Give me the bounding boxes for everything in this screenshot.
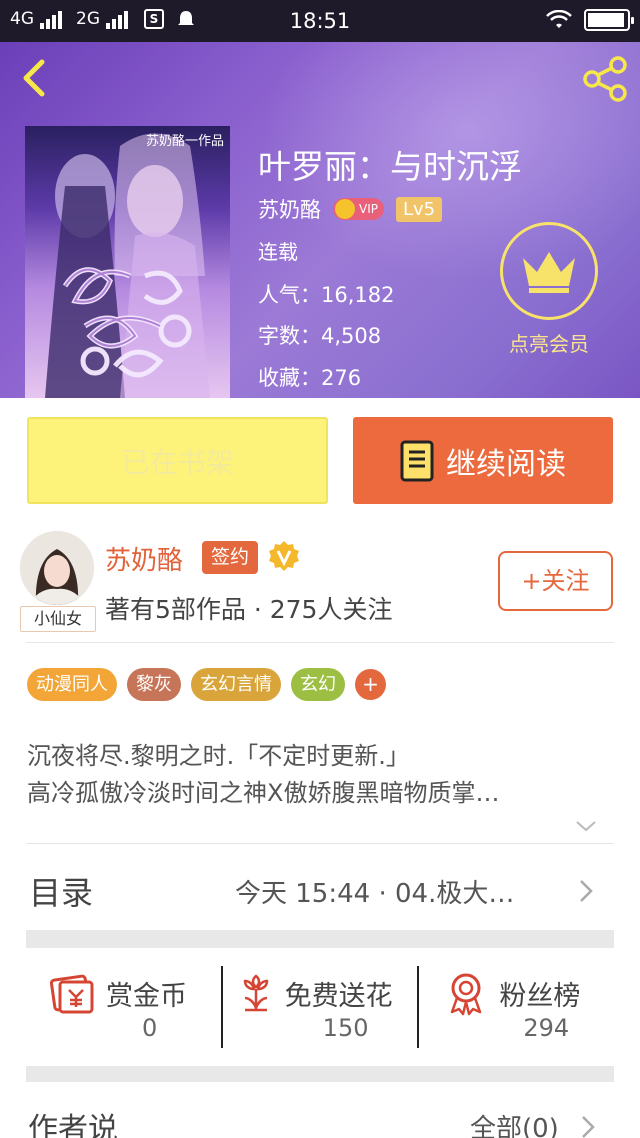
wifi-icon — [546, 10, 572, 28]
coin-envelope-icon — [50, 974, 94, 1014]
share-icon — [583, 56, 627, 102]
section-separator — [26, 1066, 614, 1082]
book-title: 叶罗丽：与时沉浮 — [258, 147, 522, 186]
latest-chapter: 今天 15:44 · 04.极大… — [235, 879, 515, 909]
fan-ranking-button[interactable]: 粉丝榜 294 — [419, 948, 614, 1066]
avatar-tag: 小仙女 — [20, 606, 96, 632]
battery-icon — [584, 9, 634, 31]
reward-coins-count: 0 — [142, 1014, 158, 1042]
back-button[interactable] — [14, 56, 54, 100]
send-flower-label: 免费送花 — [284, 981, 393, 1012]
serial-status: 连载 — [258, 240, 298, 264]
cover-art — [45, 133, 210, 398]
chevron-right-icon — [582, 1116, 595, 1138]
add-tag-button[interactable]: + — [355, 669, 386, 700]
divider — [26, 843, 614, 844]
book-author[interactable]: 苏奶酪 — [258, 194, 321, 224]
in-bookshelf-button[interactable]: 已在书架 — [27, 417, 328, 504]
tag-chip[interactable]: 动漫同人 — [27, 668, 117, 701]
chevron-right-icon — [580, 880, 593, 902]
status-bar: 4G 2G S 18:51 — [0, 0, 640, 42]
follow-button[interactable]: +关注 — [498, 551, 613, 611]
fan-ranking-label: 粉丝榜 — [499, 981, 581, 1012]
catalog-label: 目录 — [29, 874, 94, 912]
synopsis-line-2: 高冷孤傲冷淡时间之神X傲娇腹黑暗物质掌… — [27, 779, 500, 807]
book-icon — [400, 440, 434, 481]
vip-badge: VIP — [333, 198, 384, 220]
section-separator — [26, 930, 614, 948]
book-header: 苏奶酪一作品 叶罗丽：与时沉浮 苏奶酪 VIP Lv5 连载 人气：16,182… — [0, 42, 640, 398]
author-says-label: 作者说 — [28, 1112, 118, 1138]
author-stats: 著有5部作品 · 275人关注 — [105, 595, 393, 624]
back-arrow-icon — [23, 59, 45, 97]
vip-label: VIP — [359, 202, 378, 216]
share-button[interactable] — [580, 56, 630, 102]
fan-ranking-count: 294 — [523, 1014, 570, 1042]
book-cover[interactable]: 苏奶酪一作品 — [25, 126, 230, 398]
author-says-row[interactable]: 作者说 全部(0) — [0, 1092, 640, 1138]
tag-list: 动漫同人 黎灰 玄幻言情 玄幻 + — [27, 668, 386, 701]
member-label: 点亮会员 — [509, 332, 589, 356]
tag-chip[interactable]: 玄幻 — [291, 668, 345, 701]
medal-icon — [451, 973, 482, 1016]
divider — [26, 642, 614, 643]
tag-chip[interactable]: 玄幻言情 — [191, 668, 281, 701]
avatar-image — [20, 531, 94, 605]
continue-reading-label: 继续阅读 — [446, 446, 566, 482]
reward-coins-label: 赏金币 — [106, 981, 187, 1012]
word-count: 字数：4,508 — [258, 324, 382, 348]
author-avatar[interactable] — [20, 531, 94, 605]
favorites-count: 收藏：276 — [258, 366, 362, 390]
reader-actions: 赏金币 0 免费送花 150 粉丝榜 294 — [26, 948, 614, 1066]
synopsis[interactable]: 沉夜将尽.黎明之时.「不定时更新.」 高冷孤傲冷淡时间之神X傲娇腹黑暗物质掌… — [27, 738, 617, 812]
synopsis-line-1: 沉夜将尽.黎明之时.「不定时更新.」 — [27, 742, 410, 770]
member-button[interactable]: 点亮会员 — [500, 222, 600, 357]
send-flower-count: 150 — [322, 1014, 369, 1042]
clock: 18:51 — [289, 9, 351, 33]
send-flower-button[interactable]: 免费送花 150 — [223, 948, 418, 1066]
author-says-all: 全部(0) — [470, 1114, 559, 1138]
vip-crown-icon — [335, 199, 355, 219]
level-badge: Lv5 — [395, 196, 443, 222]
tag-chip[interactable]: 黎灰 — [127, 668, 181, 701]
signed-badge: 签约 — [202, 541, 258, 574]
catalog-row[interactable]: 目录 今天 15:44 · 04.极大… — [0, 846, 640, 930]
cover-author-text: 苏奶酪一作品 — [145, 134, 224, 149]
expand-chevron-icon[interactable] — [574, 818, 598, 834]
popularity: 人气：16,182 — [258, 283, 395, 307]
continue-reading-button[interactable]: 继续阅读 — [353, 417, 613, 504]
flower-icon — [243, 974, 268, 1012]
crown-icon — [523, 252, 575, 293]
author-name[interactable]: 苏奶酪 — [105, 540, 183, 577]
reward-coins-button[interactable]: 赏金币 0 — [26, 948, 221, 1066]
verified-icon — [269, 541, 299, 571]
